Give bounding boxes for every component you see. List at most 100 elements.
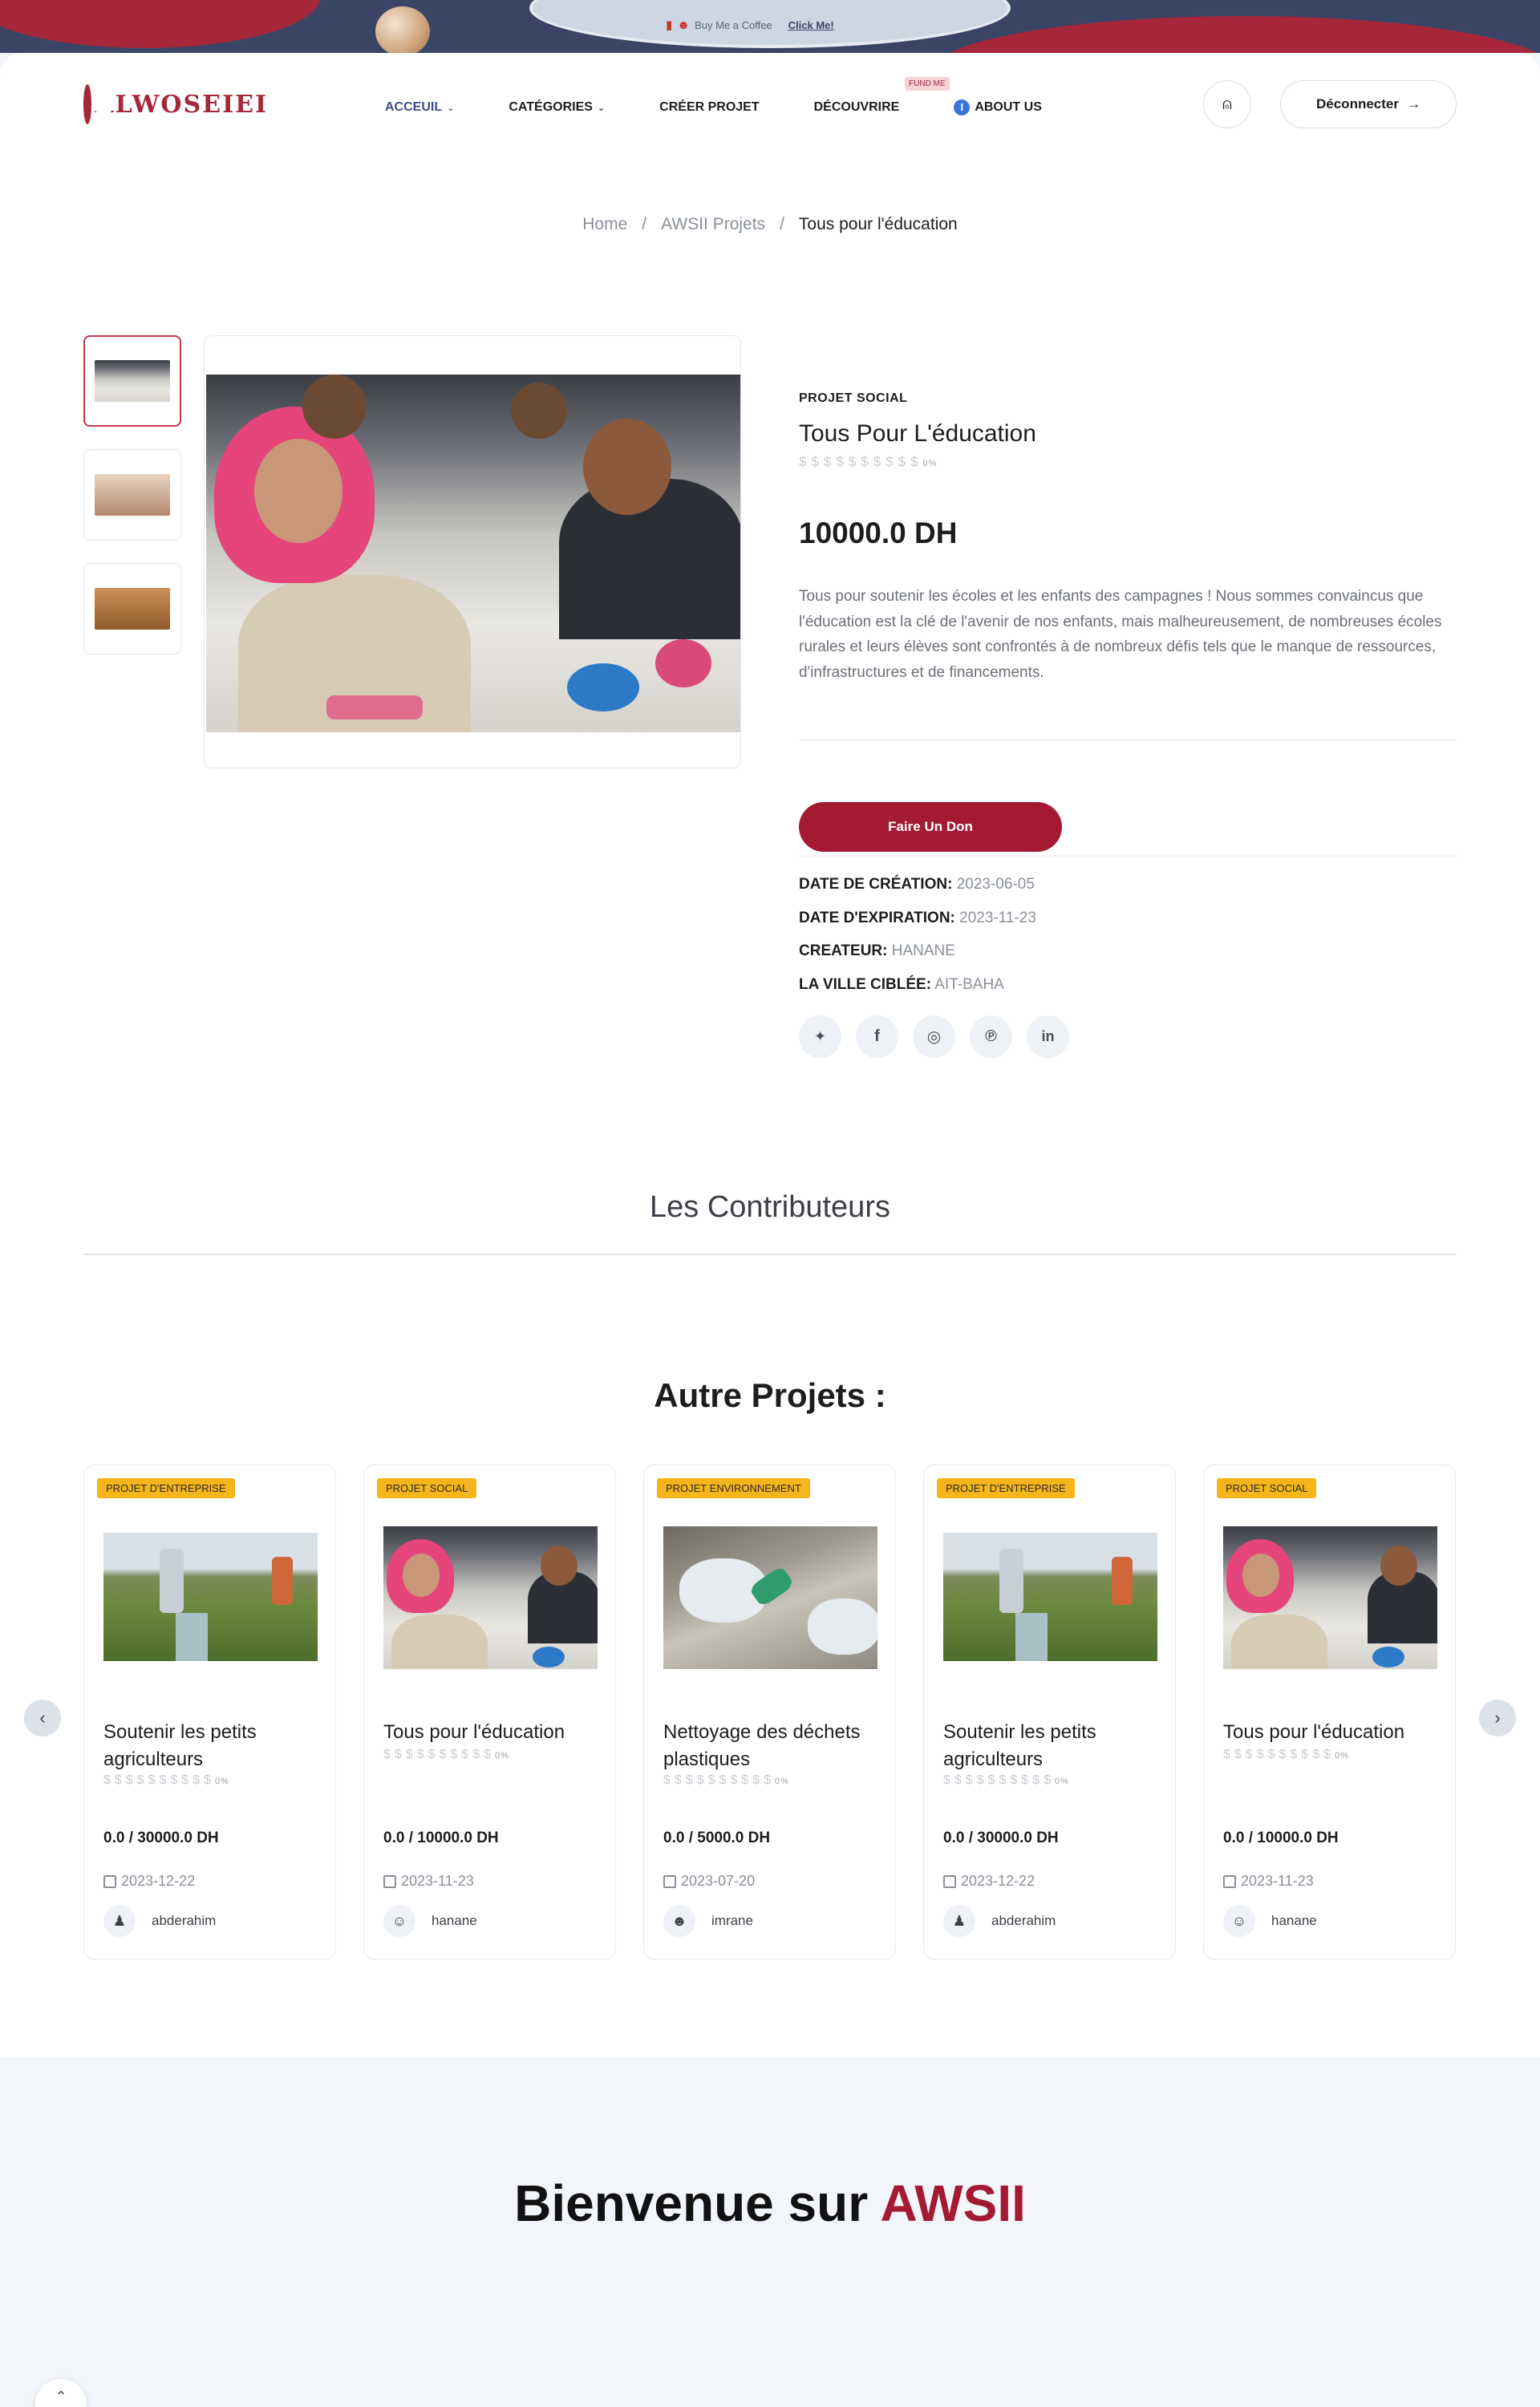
divider xyxy=(83,1254,1457,1255)
rating-percent: 0% xyxy=(1054,1777,1069,1786)
calendar-icon xyxy=(103,1874,116,1888)
nav-item-about-us[interactable]: i ABOUT US xyxy=(954,99,1042,115)
card-amount: 0.0 / 10000.0 DH xyxy=(1223,1830,1339,1846)
author-name: imrane xyxy=(711,1913,753,1928)
banner-decoration xyxy=(0,0,321,48)
card-image xyxy=(103,1533,318,1661)
welcome-prefix: Bienvenue sur xyxy=(514,2174,869,2232)
nav-item-acceuil[interactable]: ACCEUIL ⌄ xyxy=(385,99,454,115)
coffee-banner: ▮ ☻ Buy Me a Coffee Click Me! xyxy=(666,18,834,33)
chevron-left-icon: ‹ xyxy=(39,1708,46,1728)
project-card[interactable]: PROJET ENVIRONNEMENT Nettoyage des déche… xyxy=(643,1465,896,1959)
heart-eyes-icon: ☻ xyxy=(677,18,691,32)
instagram-icon[interactable]: ◎ xyxy=(913,1015,955,1058)
nav-item-categories[interactable]: CATÉGORIES ⌄ xyxy=(509,99,605,115)
social-share: ✦ f ◎ ℗ in xyxy=(799,1015,1069,1058)
linkedin-icon[interactable]: in xyxy=(1027,1015,1069,1058)
card-author: ☺ hanane xyxy=(1223,1905,1317,1937)
site-logo[interactable]: ALWOSEIEI xyxy=(83,80,268,128)
gallery-thumb[interactable] xyxy=(83,563,181,654)
card-title[interactable]: Tous pour l'éducation xyxy=(1223,1719,1440,1746)
nav-item-creer-projet[interactable]: CRÉER PROJET xyxy=(659,99,759,115)
user-account-button[interactable]: ⍝ xyxy=(1203,80,1251,128)
card-author: ♟ abderahim xyxy=(103,1905,216,1937)
project-card[interactable]: PROJET SOCIAL Tous pour l'éducation $$$$… xyxy=(363,1465,616,1959)
gallery-thumb[interactable] xyxy=(83,449,181,541)
calendar-icon xyxy=(943,1874,956,1888)
coffee-cup-icon: ▮ xyxy=(666,18,673,32)
logout-button[interactable]: Déconnecter → xyxy=(1280,80,1457,128)
breadcrumb: Home / AWSII Projets / Tous pour l'éducation xyxy=(582,215,958,233)
card-date: 2023-12-22 xyxy=(103,1873,195,1890)
twitter-icon[interactable]: ✦ xyxy=(799,1015,841,1058)
pinterest-icon[interactable]: ℗ xyxy=(970,1015,1012,1058)
page-container: ALWOSEIEI ACCEUIL ⌄ CATÉGORIES ⌄ CRÉER P… xyxy=(0,53,1540,2058)
date-text: 2023-11-23 xyxy=(1241,1873,1314,1889)
click-me-link[interactable]: Click Me! xyxy=(788,19,834,31)
chevron-down-icon: ⌄ xyxy=(597,103,606,113)
breadcrumb-home[interactable]: Home xyxy=(582,215,627,233)
card-rating: $$$$$$$$$$0% xyxy=(383,1748,509,1761)
card-date: 2023-12-22 xyxy=(943,1873,1035,1890)
product-description: Tous pour soutenir les écoles et les enf… xyxy=(799,588,1442,681)
gallery-thumb[interactable] xyxy=(83,335,181,427)
carousel-prev-button[interactable]: ‹ xyxy=(24,1700,61,1736)
card-category: PROJET D'ENTREPRISE xyxy=(97,1478,235,1498)
nav-label: CRÉER PROJET xyxy=(659,100,760,114)
facebook-icon[interactable]: f xyxy=(856,1015,898,1058)
author-name: hanane xyxy=(432,1913,477,1928)
author-name: abderahim xyxy=(152,1913,217,1928)
other-projects-title: Autre Projets : xyxy=(654,1376,886,1414)
contributors-title: Les Contributeurs xyxy=(650,1190,890,1224)
main-nav: ACCEUIL ⌄ CATÉGORIES ⌄ CRÉER PROJET DÉCO… xyxy=(385,99,1096,115)
calendar-icon xyxy=(663,1874,676,1888)
project-card[interactable]: PROJET SOCIAL Tous pour l'éducation $$$$… xyxy=(1203,1465,1456,1959)
date-text: 2023-12-22 xyxy=(961,1873,1035,1889)
nav-label: ACCEUIL xyxy=(385,100,443,114)
card-date: 2023-07-20 xyxy=(663,1873,755,1890)
card-image xyxy=(663,1526,877,1669)
logo-mark-icon xyxy=(83,84,116,124)
rating-percent: 0% xyxy=(774,1777,789,1786)
card-title[interactable]: Nettoyage des déchets plastiques xyxy=(663,1719,880,1773)
breadcrumb-current: Tous pour l'éducation xyxy=(798,215,958,233)
avatar: ♟ xyxy=(103,1905,136,1937)
card-title[interactable]: Tous pour l'éducation xyxy=(383,1719,600,1746)
main-product-image[interactable] xyxy=(206,375,740,732)
card-category: PROJET SOCIAL xyxy=(377,1478,477,1498)
card-author: ♟ abderahim xyxy=(943,1905,1056,1937)
card-title[interactable]: Soutenir les petits agriculteurs xyxy=(943,1719,1160,1773)
card-image xyxy=(383,1526,598,1669)
card-title[interactable]: Soutenir les petits agriculteurs xyxy=(103,1719,320,1773)
carousel-next-button[interactable]: › xyxy=(1479,1700,1516,1736)
thumb-image xyxy=(95,588,170,630)
banner-decoration xyxy=(930,16,1540,53)
project-card[interactable]: PROJET D'ENTREPRISE Soutenir les petits … xyxy=(923,1465,1176,1959)
card-date: 2023-11-23 xyxy=(1223,1873,1314,1890)
donate-button[interactable]: Faire Un Don xyxy=(799,802,1062,852)
date-text: 2023-12-22 xyxy=(121,1873,196,1889)
user-icon: ⍝ xyxy=(1222,95,1232,113)
meta-creator: CREATEUR: HANANE xyxy=(799,942,955,959)
product-price: 10000.0 DH xyxy=(799,517,958,549)
fund-me-badge: FUND ME xyxy=(905,77,950,91)
product-category: PROJET SOCIAL xyxy=(799,391,908,405)
scroll-to-top-button[interactable]: ⌃ xyxy=(35,2379,87,2407)
card-image xyxy=(1223,1526,1437,1669)
breadcrumb-projets[interactable]: AWSII Projets xyxy=(661,215,765,233)
project-card[interactable]: PROJET D'ENTREPRISE Soutenir les petits … xyxy=(83,1465,336,1959)
avatar: ☻ xyxy=(663,1905,695,1937)
nav-label: DÉCOUVRIRE xyxy=(813,100,900,114)
logout-label: Déconnecter xyxy=(1316,96,1399,111)
meta-target-city: LA VILLE CIBLÉE: AIT-BAHA xyxy=(799,976,1004,993)
nav-item-decouvrire[interactable]: DÉCOUVRIRE xyxy=(814,99,900,115)
author-name: hanane xyxy=(1271,1913,1317,1928)
card-image xyxy=(943,1533,1157,1661)
date-text: 2023-11-23 xyxy=(401,1873,474,1889)
card-author: ☺ hanane xyxy=(383,1905,477,1937)
chevron-up-icon: ⌃ xyxy=(55,2389,67,2405)
card-amount: 0.0 / 5000.0 DH xyxy=(663,1830,771,1846)
card-rating: $$$$$$$$$$0% xyxy=(663,1773,789,1787)
welcome-brand: AWSII xyxy=(880,2174,1026,2232)
main-image-frame xyxy=(204,335,741,768)
